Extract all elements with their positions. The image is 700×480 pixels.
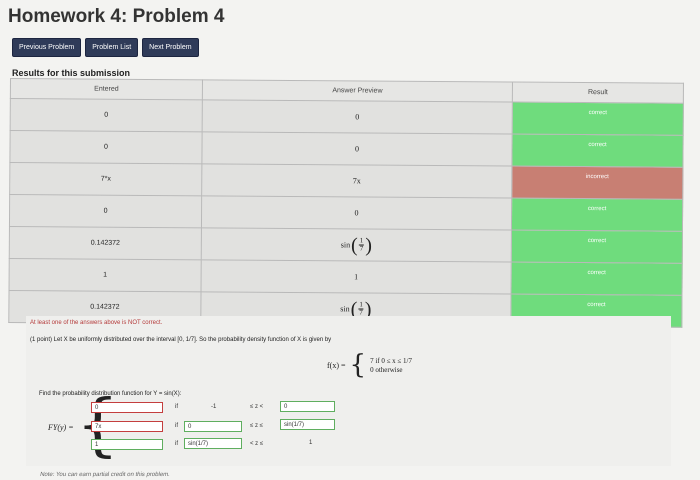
table-row: 0.142372 sin ( 1 7 ) correct	[9, 226, 683, 264]
preview-cell: 7x	[201, 163, 512, 199]
sin-function: sin	[340, 240, 351, 250]
result-cell: correct	[511, 262, 683, 296]
column-header-result: Result	[512, 82, 684, 104]
density-lhs: f(x) =	[327, 360, 346, 370]
problem-list-button[interactable]: Problem List	[85, 38, 139, 57]
sin-function: sin	[340, 304, 350, 314]
if-label: if	[175, 441, 178, 447]
column-header-entered: Entered	[10, 78, 203, 100]
table-row: 0 0 correct	[10, 98, 684, 136]
results-heading: Results for this submission	[12, 68, 131, 78]
minus-one-label: -1	[211, 404, 217, 410]
result-text: correct	[587, 269, 606, 276]
fraction: 1 7	[358, 300, 364, 317]
result-cell: correct	[511, 134, 684, 168]
density-case-2: 0 otherwise	[370, 365, 403, 374]
preview-cell: 0	[201, 195, 512, 231]
result-cell: correct	[511, 230, 683, 264]
result-text: correct	[588, 141, 607, 148]
close-paren: )	[365, 233, 373, 257]
column-header-preview: Answer Preview	[202, 79, 513, 103]
answer-field-row2-value[interactable]: 7x	[91, 421, 163, 432]
result-cell: correct	[511, 198, 683, 232]
partial-credit-note: Note: You can earn partial credit on thi…	[39, 472, 171, 478]
entered-cell: 0	[9, 194, 202, 228]
sin-preview: sin ( 1 7 )	[340, 233, 373, 257]
entered-cell: 7*x	[9, 162, 202, 196]
answer-field-row1-value[interactable]: 0	[91, 402, 163, 413]
entered-cell: 0	[10, 98, 203, 132]
density-case-1: 7 if 0 ≤ x ≤ 1/7	[370, 356, 412, 365]
one-label: 1	[309, 440, 313, 446]
inequality-label: < z ≤	[250, 441, 264, 447]
answer-field-row3-lower[interactable]: sin(1/7)	[184, 438, 242, 449]
entered-cell: 0	[9, 130, 203, 164]
preview-cell: sin ( 1 7 )	[201, 227, 512, 263]
results-table: Entered Answer Preview Result 0 0 correc…	[8, 78, 684, 328]
left-brace: {	[349, 350, 367, 380]
density-function: f(x) = { 7 if 0 ≤ x ≤ 1/7 0 otherwise	[327, 352, 412, 378]
result-text: correct	[587, 205, 607, 212]
density-cases: 7 if 0 ≤ x ≤ 1/7 0 otherwise	[370, 357, 412, 374]
result-cell: incorrect	[511, 166, 683, 200]
entered-cell: 0.142372	[9, 226, 202, 260]
problem-nav: Previous Problem Problem List Next Probl…	[12, 38, 199, 57]
preview-cell: 0	[201, 131, 513, 167]
problem-statement: (1 point) Let X be uniformly distributed…	[30, 337, 332, 343]
fraction: 1 7	[358, 236, 365, 253]
preview-cell: 0	[202, 99, 513, 135]
table-row: 0 0 correct	[9, 130, 684, 168]
page-title: Homework 4: Problem 4	[8, 6, 225, 27]
answer-field-row3-value[interactable]: 1	[91, 439, 163, 450]
inequality-label: ≤ z ≤	[250, 423, 263, 429]
result-text: correct	[587, 237, 607, 244]
result-text: correct	[587, 301, 606, 308]
open-paren: (	[351, 233, 358, 256]
entered-cell: 1	[9, 258, 202, 292]
answer-field-row2-upper[interactable]: sin(1/7)	[280, 419, 335, 430]
next-problem-button[interactable]: Next Problem	[142, 38, 199, 57]
fy-label: FY(y) =	[48, 423, 74, 432]
table-row: 7*x 7x incorrect	[9, 162, 683, 200]
preview-cell: 1	[201, 259, 512, 295]
answer-field-row1-upper[interactable]: 0	[280, 401, 335, 412]
table-row: 0 0 correct	[9, 194, 683, 232]
result-cell: correct	[512, 102, 684, 136]
previous-problem-button[interactable]: Previous Problem	[12, 38, 82, 57]
if-label: if	[175, 423, 178, 429]
incorrect-warning: At least one of the answers above is NOT…	[30, 320, 163, 326]
table-row: 1 1 correct	[9, 258, 683, 296]
if-label: if	[175, 404, 178, 410]
inequality-label: ≤ z <	[250, 404, 264, 410]
answer-field-row2-lower[interactable]: 0	[184, 421, 242, 432]
result-text: correct	[588, 109, 607, 116]
fraction-denominator: 7	[359, 244, 364, 253]
result-text: incorrect	[585, 173, 609, 180]
